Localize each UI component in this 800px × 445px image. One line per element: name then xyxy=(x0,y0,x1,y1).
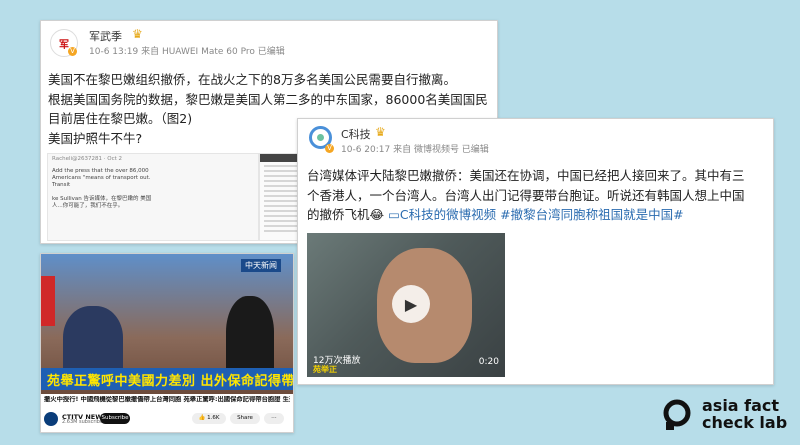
crown-icon: ♛ xyxy=(375,125,386,139)
subscribe-button[interactable]: Subscribe xyxy=(100,413,130,424)
guest-figure xyxy=(63,306,123,376)
channel-avatar[interactable] xyxy=(44,412,58,426)
laughing-emoji-icon: 😂 xyxy=(369,207,385,222)
video-link[interactable]: C科技的微博视频 xyxy=(400,207,496,222)
post-meta: 10-6 20:17 来自 微博视频号 已编辑 xyxy=(341,145,489,155)
like-button[interactable]: 👍 1.6K xyxy=(192,413,226,424)
verified-badge-icon: V xyxy=(68,47,77,56)
embedded-tweet-meta: Racheli@2637281 · Oct 2 xyxy=(52,156,123,162)
video-player[interactable]: ▶ 12万次播放 苑举正 0:20 xyxy=(307,233,505,377)
share-button[interactable]: Share xyxy=(230,413,260,424)
news-banner: 苑舉正驚呼中美國力差別 出外保命記得帶台胞證 xyxy=(41,368,293,390)
tv-channel-logo: 中天新闻 xyxy=(241,259,281,272)
verified-badge-icon: V xyxy=(325,144,334,153)
video-link-icon: ▭ xyxy=(388,207,400,222)
embedded-tweet-text: Add the press that the over 86,000 Ameri… xyxy=(52,168,151,188)
post-line: 美国不在黎巴嫩组织撤侨，在战火之下的8万多名美国公民需要自行撤离。 xyxy=(48,72,456,87)
anchor-figure xyxy=(226,296,274,376)
embedded-tweet-translation: ke Sullivan 告诉媒体，在黎巴嫩的 美国人...你可能了，我们不在乎。 xyxy=(52,196,152,209)
news-side-banner xyxy=(41,276,55,326)
post-line: 的撤侨飞机😂 ▭C科技的微博视频 #撤黎台湾同胞称祖国就是中国# xyxy=(307,207,684,222)
attached-image-1[interactable]: Racheli@2637281 · Oct 2 Add the press th… xyxy=(47,153,259,241)
asia-fact-check-lab-logo: asia fact check lab xyxy=(660,392,790,438)
video-subtitle: 苑举正 xyxy=(313,365,337,374)
post-text: 台湾媒体评大陆黎巴嫩撤侨：美国还在协调，中国已经把人接回来了。其中有三 个香港人… xyxy=(307,166,767,225)
post-line: 根据美国国务院的数据，黎巴嫩是美国人第二多的中东国家，86000名美国国民 xyxy=(48,91,488,107)
hashtag-link[interactable]: #撤黎台湾同胞称祖国就是中国# xyxy=(500,207,683,222)
play-icon[interactable]: ▶ xyxy=(392,285,430,323)
brand-line-2: check lab xyxy=(702,413,788,432)
magnifier-logo-icon xyxy=(663,399,691,430)
post-meta: 10-6 13:19 来自 HUAWEI Mate 60 Pro 已编辑 xyxy=(89,47,285,57)
weibo-post-ckeji: V C科技 ♛ 10-6 20:17 来自 微博视频号 已编辑 台湾媒体评大陆黎… xyxy=(297,118,774,385)
video-duration: 0:20 xyxy=(478,357,499,367)
video-title[interactable]: 撤火中授行! 中國飛機從黎巴嫩撤僑帶上台灣同胞 苑舉正驚呼:出國保命記得帶台胞證… xyxy=(44,396,290,404)
thumbs-up-icon: 👍 xyxy=(198,415,206,421)
post-line: 台湾媒体评大陆黎巴嫩撤侨：美国还在协调，中国已经把人接回来了。其中有三 xyxy=(307,168,745,183)
author-name[interactable]: 军武季 xyxy=(89,28,122,44)
youtube-video-screenshot: 中天新闻 苑舉正驚呼中美國力差別 出外保命記得帶台胞證 撤火中授行! 中國飛機從… xyxy=(40,253,294,433)
author-name[interactable]: C科技 xyxy=(341,126,371,142)
video-frame[interactable]: 中天新闻 苑舉正驚呼中美國力差別 出外保命記得帶台胞證 xyxy=(41,254,293,394)
post-line: 个香港人，一个台湾人。台湾人出门记得要带台胞证。听说还有韩国人想上中国 xyxy=(307,187,745,203)
more-options-icon[interactable]: ⋯ xyxy=(264,413,284,424)
crown-icon: ♛ xyxy=(132,27,143,41)
channel-row: CTITV NEWS 中 2.63M subscribers Subscribe… xyxy=(44,410,290,428)
